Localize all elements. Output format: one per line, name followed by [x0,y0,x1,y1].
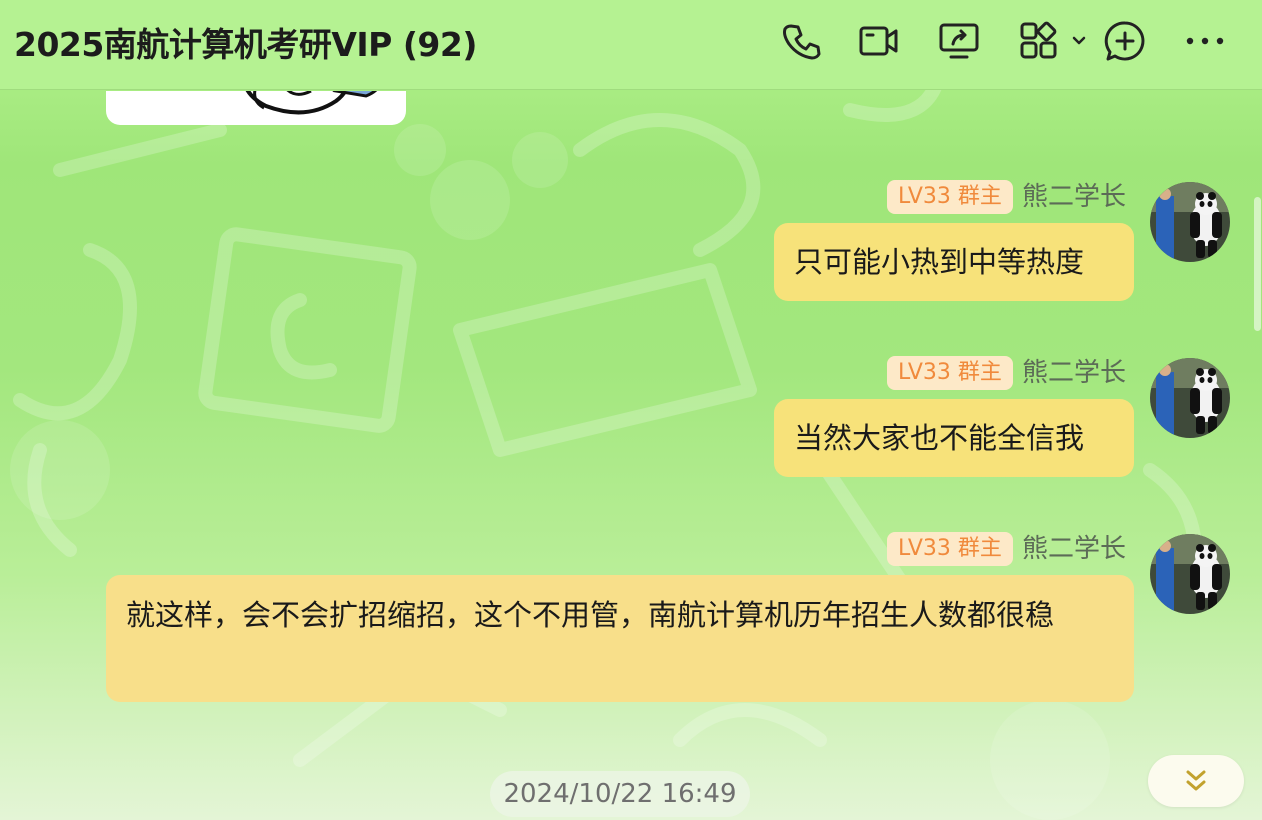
avatar[interactable] [1150,534,1230,614]
scroll-to-bottom-button[interactable] [1148,755,1244,807]
screen-share-icon[interactable] [938,20,980,62]
avatar[interactable] [1150,182,1230,262]
member-level-badge: LV33 群主 [887,180,1013,214]
video-camera-icon[interactable] [858,20,900,62]
sender-name[interactable]: 熊二学长 [1022,356,1126,390]
chat-area[interactable]: LV33 群主 熊二学长 只可能小热到中等热度 LV33 群主 熊二学长 当然大… [0,91,1262,820]
chat-header: 2025南航计算机考研VIP (92) [0,0,1262,90]
apps-icon[interactable] [1018,20,1060,62]
sticker-image[interactable] [106,91,406,125]
add-chat-icon[interactable] [1104,20,1146,62]
message-bubble[interactable]: 就这样，会不会扩招缩招，这个不用管，南航计算机历年招生人数都很稳 [106,575,1134,702]
member-level-badge: LV33 群主 [887,356,1013,390]
scrollbar[interactable] [1254,197,1261,331]
message-bubble[interactable]: 当然大家也不能全信我 [774,399,1134,477]
message-timestamp: 2024/10/22 16:49 [490,771,750,817]
member-level-badge: LV33 群主 [887,532,1013,566]
chevron-down-icon[interactable] [1068,20,1090,62]
sender-name[interactable]: 熊二学长 [1022,180,1126,214]
message-bubble[interactable]: 只可能小热到中等热度 [774,223,1134,301]
phone-icon[interactable] [780,20,822,62]
double-chevron-down-icon [1186,770,1206,791]
avatar[interactable] [1150,358,1230,438]
more-icon[interactable] [1184,20,1226,62]
group-title: 2025南航计算机考研VIP (92) [14,25,477,64]
sender-name[interactable]: 熊二学长 [1022,532,1126,566]
